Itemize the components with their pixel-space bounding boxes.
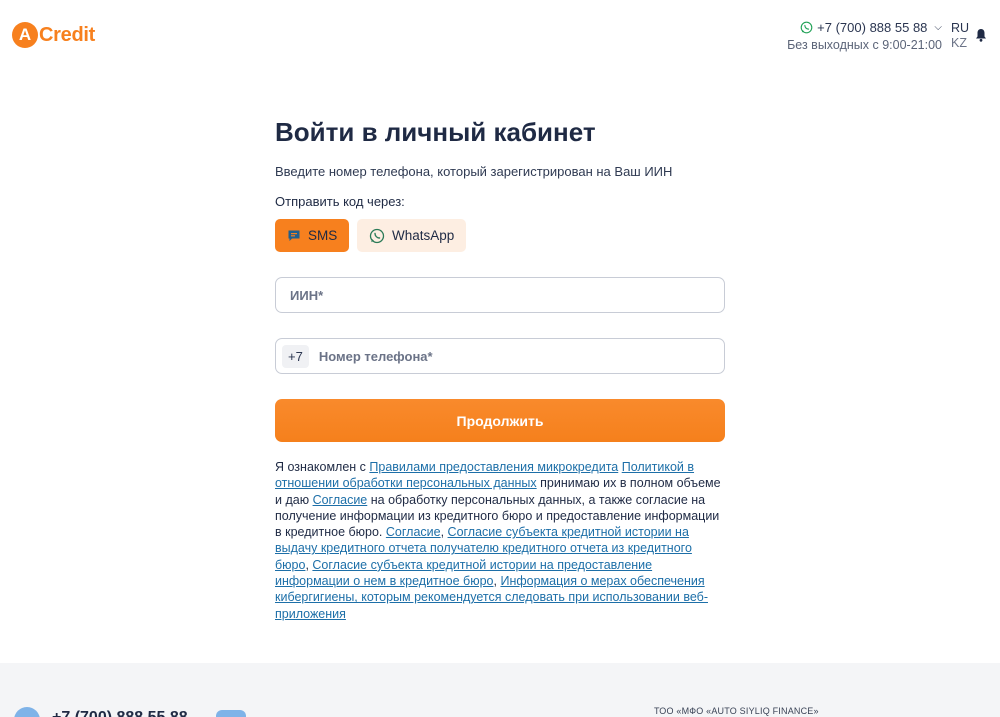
header: A Credit +7 (700) 888 55 88 ⌵ Без выходн… [0, 0, 1000, 70]
legal-consent-text: Я ознакомлен с Правилами предоставления … [275, 459, 727, 622]
chat-icon[interactable] [216, 710, 246, 717]
chevron-down-icon[interactable]: ⌵ [934, 22, 942, 33]
whatsapp-icon [369, 228, 385, 244]
bell-icon[interactable] [975, 28, 987, 42]
footer: +7 (700) 888 55 88 ТОО «МФО «AUTO SIYLIQ… [0, 663, 1000, 717]
whatsapp-method-button[interactable]: WhatsApp [357, 219, 466, 252]
iin-input[interactable] [288, 286, 724, 304]
whatsapp-icon [800, 21, 813, 34]
logo-text: Credit [39, 23, 95, 46]
lang-kz[interactable]: KZ [951, 36, 969, 51]
page-title: Войти в личный кабинет [275, 117, 596, 147]
footer-phone[interactable]: +7 (700) 888 55 88 [52, 709, 188, 717]
phone-prefix: +7 [282, 344, 309, 368]
legal-text: , [440, 525, 448, 540]
consent-link-2[interactable]: Согласие [386, 525, 441, 539]
company-name: ТОО «МФО «AUTO SIYLIQ FINANCE» [654, 706, 819, 716]
iin-field[interactable] [275, 277, 725, 313]
subtitle: Введите номер телефона, который зарегист… [275, 164, 673, 179]
legal-text: Я ознакомлен с [275, 460, 370, 474]
working-hours: Без выходных с 9:00-21:00 [787, 38, 942, 52]
send-method-selector: SMS WhatsApp [275, 219, 725, 252]
phone-dropdown[interactable]: +7 (700) 888 55 88 ⌵ [787, 20, 942, 35]
send-code-label: Отправить код через: [275, 194, 405, 209]
sms-label: SMS [308, 228, 338, 243]
language-switcher: RU KZ [951, 21, 969, 51]
contact-block: +7 (700) 888 55 88 ⌵ Без выходных с 9:00… [787, 20, 942, 52]
continue-button[interactable]: Продолжить [275, 399, 725, 442]
phone-icon [14, 707, 40, 717]
header-phone[interactable]: +7 (700) 888 55 88 [817, 20, 927, 35]
microcredit-rules-link[interactable]: Правилами предоставления микрокредита [369, 460, 618, 474]
whatsapp-label: WhatsApp [392, 228, 455, 243]
consent-link[interactable]: Согласие [313, 493, 368, 507]
logo-mark: A [12, 22, 38, 48]
logo[interactable]: A Credit [12, 22, 95, 48]
sms-method-button[interactable]: SMS [275, 219, 349, 252]
lang-ru[interactable]: RU [951, 21, 969, 36]
sms-icon [287, 229, 301, 243]
phone-input[interactable] [316, 347, 724, 365]
login-form: Войти в личный кабинет Введите номер тел… [275, 112, 725, 622]
phone-field[interactable]: +7 [275, 338, 725, 374]
